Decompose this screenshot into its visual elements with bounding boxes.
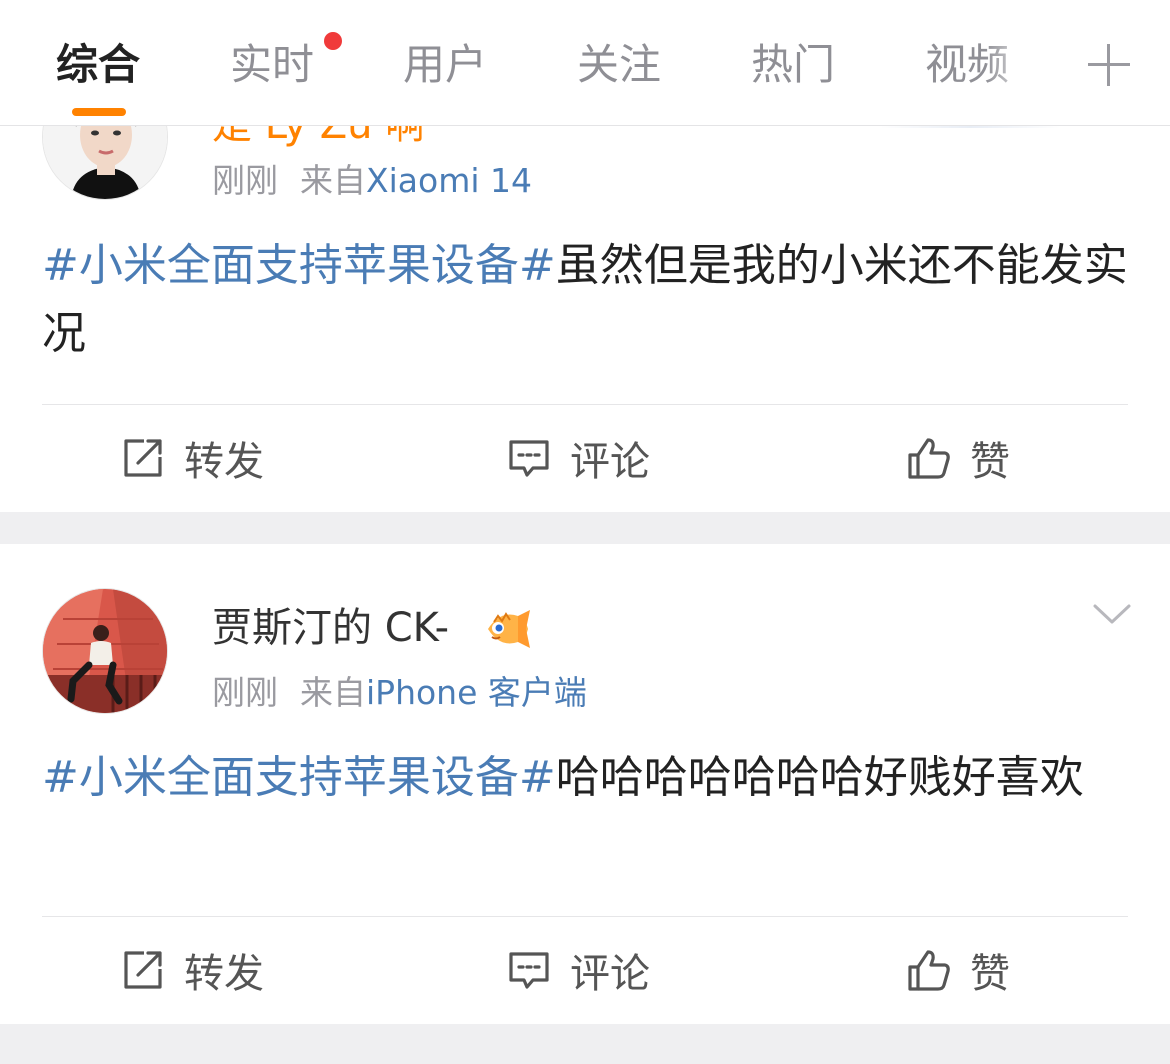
post-source[interactable]: Xiaomi 14 [366, 161, 532, 200]
comment-button[interactable]: 评论 [506, 430, 650, 486]
repost-label: 转发 [184, 439, 264, 485]
search-tab-bar: 综合 实时 用户 关注 热门 视频 [0, 0, 1170, 126]
tab-overflow-fade [985, 30, 1055, 100]
post-actions: 转发 评论 赞 [0, 406, 1170, 506]
source-prefix: 来自 [300, 161, 366, 200]
avatar[interactable] [42, 588, 168, 714]
author-name[interactable]: 贾斯汀的 CK- [212, 600, 449, 656]
post-card: 是 Ly Zu 啊 刚刚来自Xiaomi 14 #小米全面支持苹果设备#虽然但是… [0, 126, 1170, 512]
divider [42, 916, 1128, 917]
comment-button[interactable]: 评论 [506, 942, 650, 998]
post-text: #小米全面支持苹果设备#虽然但是我的小米还不能发实况 [42, 232, 1128, 368]
post-source[interactable]: iPhone 客户端 [366, 673, 587, 712]
post-time: 刚刚 [212, 673, 278, 712]
post-meta: 刚刚 来自iPhone 客户端 [212, 670, 587, 716]
tab-comprehensive[interactable]: 综合 [56, 36, 140, 94]
comment-label: 评论 [570, 439, 650, 485]
post-time: 刚刚 [212, 161, 278, 200]
tab-users[interactable]: 用户 [403, 36, 487, 94]
tab-hot[interactable]: 热门 [751, 36, 835, 94]
repost-button[interactable]: 转发 [120, 942, 264, 998]
chevron-down-icon[interactable] [1092, 602, 1132, 628]
repost-label: 转发 [184, 951, 264, 997]
comment-icon [509, 440, 549, 477]
post-meta: 刚刚 来自Xiaomi 14 [212, 158, 532, 204]
fish-badge-icon [488, 610, 530, 648]
thumbs-up-icon [908, 438, 950, 479]
author-name[interactable]: 是 Ly Zu 啊 [212, 126, 425, 150]
thumbs-up-icon [908, 950, 950, 991]
post-actions: 转发 评论 赞 [0, 918, 1170, 1018]
comment-icon [509, 952, 549, 989]
repost-icon [124, 439, 162, 477]
post-body: 哈哈哈哈哈哈哈好贱好喜欢 [555, 752, 1084, 803]
hashtag-link[interactable]: #小米全面支持苹果设备# [42, 240, 556, 291]
header-decoration [880, 126, 1060, 128]
like-button[interactable]: 赞 [906, 430, 1010, 486]
plus-icon[interactable] [1088, 44, 1130, 86]
post-text: #小米全面支持苹果设备#哈哈哈哈哈哈哈好贱好喜欢 [42, 744, 1128, 812]
active-tab-indicator [72, 108, 126, 116]
like-label: 赞 [970, 951, 1010, 997]
repost-button[interactable]: 转发 [120, 430, 264, 486]
post-card: 贾斯汀的 CK- 刚刚 来自iPhone 客户端 #小米全面支持苹果设备#哈哈哈哈… [0, 544, 1170, 1024]
hashtag-link[interactable]: #小米全面支持苹果设备# [42, 752, 556, 803]
avatar[interactable] [42, 126, 168, 200]
source-prefix: 来自 [300, 673, 366, 712]
like-button[interactable]: 赞 [906, 942, 1010, 998]
tab-following[interactable]: 关注 [577, 36, 661, 94]
tab-realtime[interactable]: 实时 [230, 36, 314, 94]
like-label: 赞 [970, 439, 1010, 485]
divider [42, 404, 1128, 405]
repost-icon [124, 951, 162, 989]
notification-dot [324, 32, 342, 50]
comment-label: 评论 [570, 951, 650, 997]
